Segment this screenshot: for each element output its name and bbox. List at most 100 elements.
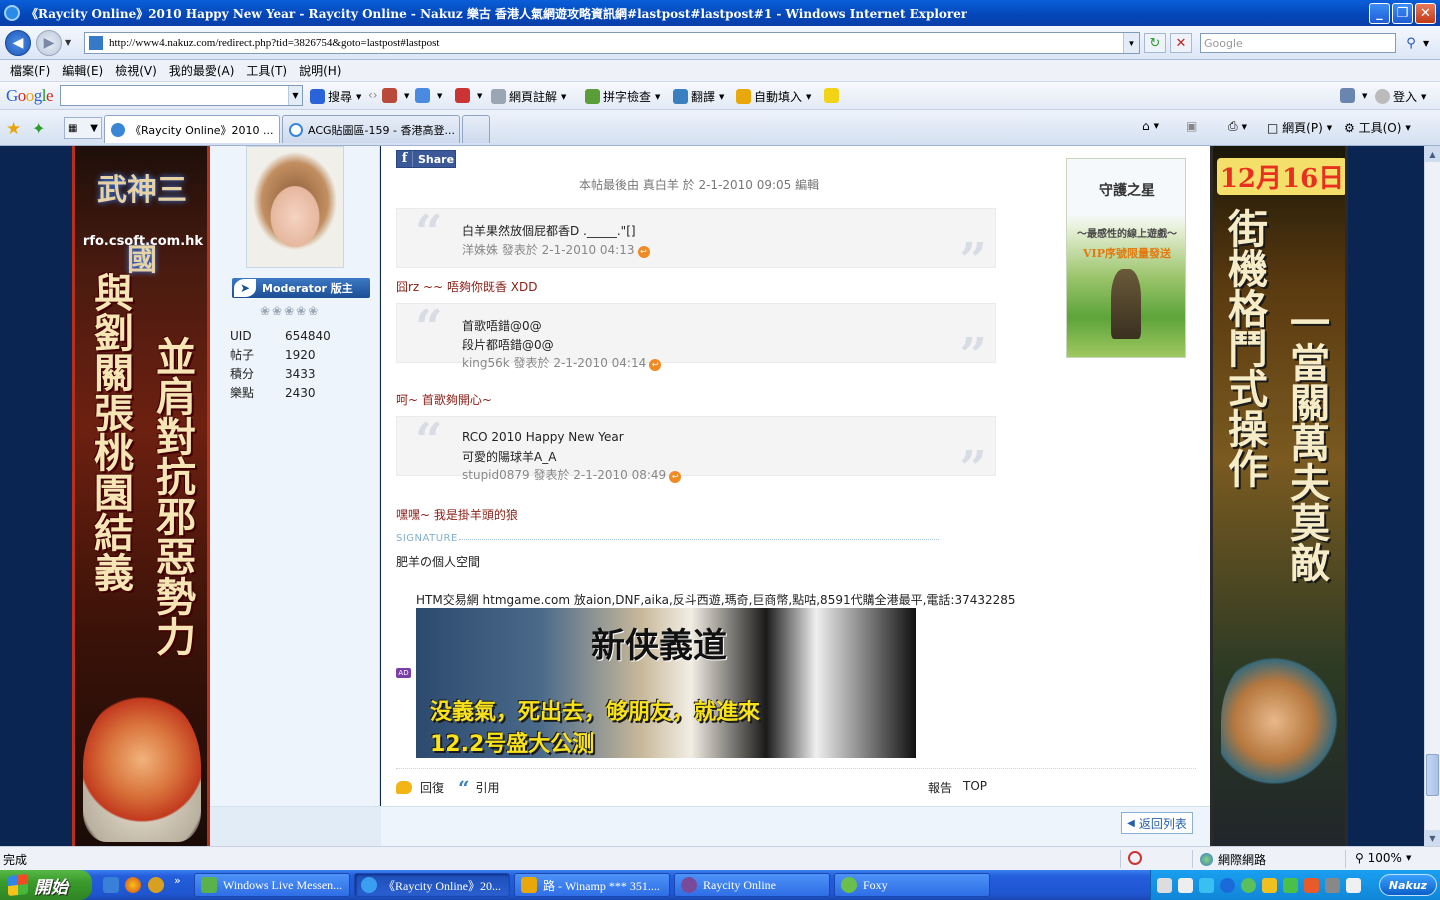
show-desktop-icon[interactable] (103, 877, 119, 893)
zoom-control[interactable]: ⚲ 100% ▼ (1355, 851, 1411, 865)
popup-blocked-icon[interactable] (1128, 851, 1142, 865)
stat-coins: 樂點 2430 (230, 385, 316, 401)
tray-keyboard-icon[interactable] (1157, 877, 1172, 893)
report-link[interactable]: 報告 (928, 779, 952, 796)
bookmarks-button[interactable]: ▼ (382, 88, 409, 103)
quote-icon: “ (458, 775, 470, 800)
menu-tools[interactable]: 工具(T) (240, 62, 293, 79)
url-dropdown-icon[interactable]: ▼ (1123, 33, 1139, 53)
maximize-button[interactable]: ❐ (1392, 3, 1413, 24)
quicklaunch-more-icon[interactable]: » (174, 874, 190, 890)
url-field[interactable]: http://www4.nakuz.com/redirect.php?tid=3… (84, 32, 1140, 54)
scroll-up-icon[interactable]: ▲ (1425, 146, 1440, 162)
highlight-button[interactable] (824, 88, 842, 103)
scrollbar-thumb[interactable] (1426, 754, 1439, 796)
add-favorite-icon[interactable]: ✦ (32, 119, 45, 138)
close-button[interactable]: ✕ (1415, 3, 1436, 24)
login-button[interactable]: 登入 ▼ (1375, 88, 1426, 105)
right-ad-banner[interactable]: 12月16日 街機格鬥式操作 一當關萬夫莫敵 (1210, 146, 1348, 846)
facebook-icon: f (397, 151, 413, 167)
tab-acg[interactable]: ACG貼圖區-159 - 香港高登... (282, 115, 460, 143)
tray-bluetooth-icon[interactable] (1220, 877, 1235, 893)
tray-volume-icon[interactable] (1325, 877, 1340, 893)
bookmark-icon (382, 88, 397, 103)
toolbar-more-icon[interactable]: ‹› (368, 88, 378, 102)
print-button[interactable]: ⎙ ▼ (1228, 119, 1247, 134)
forward-button[interactable]: ▶ (36, 29, 62, 56)
scroll-down-icon[interactable]: ▼ (1425, 830, 1440, 846)
signature-ad-link[interactable]: HTM交易網 htmgame.com 放aion,DNF,aika,反斗西遊,瑪… (416, 591, 1016, 608)
top-link[interactable]: TOP (963, 779, 987, 793)
translate-icon (673, 89, 688, 104)
page-menu-button[interactable]: □ 網頁(P) ▼ (1267, 119, 1332, 136)
start-button[interactable]: 開始 (0, 870, 92, 900)
tray-network-icon[interactable] (1199, 877, 1214, 893)
side-ad-image[interactable]: 守護之星 ～最感性的線上遊戲～ VIP序號限量發送 (1066, 158, 1186, 358)
back-button[interactable]: ◀ (5, 29, 31, 56)
side-ad-logo: 守護之星 (1099, 183, 1155, 199)
banner-character-image (1221, 646, 1339, 796)
search-options-icon[interactable]: ▼ (1423, 33, 1435, 53)
avatar[interactable] (246, 146, 344, 268)
quick-tabs-button[interactable]: ▦ ▼ (64, 117, 102, 139)
tray-update-icon[interactable] (1283, 877, 1298, 893)
tray-antivirus-icon[interactable] (1304, 877, 1319, 893)
tab-raycity[interactable]: 《Raycity Online》2010 ... ✕ (104, 115, 280, 143)
search-input[interactable]: Google (1200, 33, 1396, 53)
back-to-list-button[interactable]: ◀ 返回列表 (1121, 812, 1193, 834)
reply-button[interactable]: 回復 (396, 779, 444, 796)
menu-view[interactable]: 檢視(V) (109, 62, 163, 79)
taskbar-item-winamp[interactable]: 路 - Winamp *** 351.... (514, 873, 670, 897)
menu-edit[interactable]: 編輯(E) (56, 62, 109, 79)
nakuz-logo-icon[interactable]: Nakuz (1379, 874, 1437, 896)
vertical-scrollbar[interactable]: ▲ ▼ (1424, 146, 1440, 846)
spellcheck-button[interactable]: 拼字檢查 ▼ (585, 88, 660, 105)
taskbar-item-foxy[interactable]: Foxy (834, 873, 990, 897)
quote-button[interactable]: “引用 (458, 775, 500, 800)
google-search-input[interactable]: ▼ (60, 85, 303, 106)
settings-button[interactable]: ▼ (1340, 88, 1367, 103)
translate-button[interactable]: 翻譯 ▼ (673, 88, 724, 105)
goto-quote-icon[interactable]: ↩ (637, 246, 650, 258)
stop-button[interactable]: ✕ (1170, 33, 1192, 53)
tools-menu-button[interactable]: ⚙ 工具(O) ▼ (1344, 119, 1411, 136)
google-g-icon (310, 89, 325, 104)
minimize-button[interactable]: _ (1369, 3, 1390, 24)
tray-shield-icon[interactable] (1262, 877, 1277, 893)
tray-display-icon[interactable] (1346, 877, 1361, 893)
goto-quote-icon[interactable]: ↩ (669, 471, 682, 483)
add-button[interactable]: ▼ (415, 88, 442, 103)
menu-favorites[interactable]: 我的最愛(A) (163, 62, 241, 79)
taskbar: 開始 » Windows Live Messen... 《Raycity Onl… (0, 870, 1440, 900)
taskbar-item-raycity[interactable]: Raycity Online (674, 873, 830, 897)
facebook-share-button[interactable]: f Share (396, 150, 456, 168)
tray-messenger-icon[interactable] (1241, 877, 1256, 893)
menu-help[interactable]: 說明(H) (293, 62, 347, 79)
raycity-icon (681, 877, 697, 893)
history-dropdown-icon[interactable]: ▼ (65, 38, 77, 47)
autofill-button[interactable]: 自動填入 ▼ (736, 88, 811, 105)
home-button[interactable]: ⌂ ▼ (1142, 119, 1159, 133)
new-tab-button[interactable] (462, 115, 490, 143)
quote-close-icon: ” (959, 233, 987, 289)
tab-list-dropdown-icon[interactable]: ▼ (90, 123, 98, 134)
signature-ad-image[interactable]: 新侠義道 没義氣，死出去，够朋友，就進來 12.2号盛大公测 (416, 608, 916, 758)
refresh-button[interactable]: ↻ (1144, 33, 1166, 53)
feeds-button[interactable]: ▣ (1186, 119, 1197, 133)
page-annotate-button[interactable]: 網頁註解 ▼ (491, 88, 566, 105)
goto-quote-icon[interactable]: ↩ (649, 359, 662, 371)
google-search-button[interactable]: 搜尋 ▼ (310, 88, 361, 105)
quicklaunch-browser-icon[interactable] (125, 877, 141, 893)
google-search-dropdown-icon[interactable]: ▼ (288, 86, 302, 105)
tray-help-icon[interactable] (1178, 877, 1193, 893)
favorites-star-icon[interactable]: ★ (6, 119, 21, 139)
taskbar-item-ie[interactable]: 《Raycity Online》20... (354, 873, 510, 897)
quicklaunch-messenger-icon[interactable] (148, 877, 164, 893)
search-icon[interactable]: ⚲ (1400, 33, 1422, 53)
taskbar-item-messenger[interactable]: Windows Live Messen... (194, 873, 350, 897)
popup-blocker-button[interactable]: ▼ (455, 88, 482, 103)
reply-text: 嘿嘿~ 我是掛羊頭的狼 (396, 508, 518, 522)
left-ad-banner[interactable]: 武神三國 rfo.csoft.com.hk 與劉關張桃園結義 並肩對抗邪惡勢力 (72, 146, 210, 846)
stat-uid: UID 654840 (230, 328, 331, 343)
menu-file[interactable]: 檔案(F) (4, 62, 56, 79)
